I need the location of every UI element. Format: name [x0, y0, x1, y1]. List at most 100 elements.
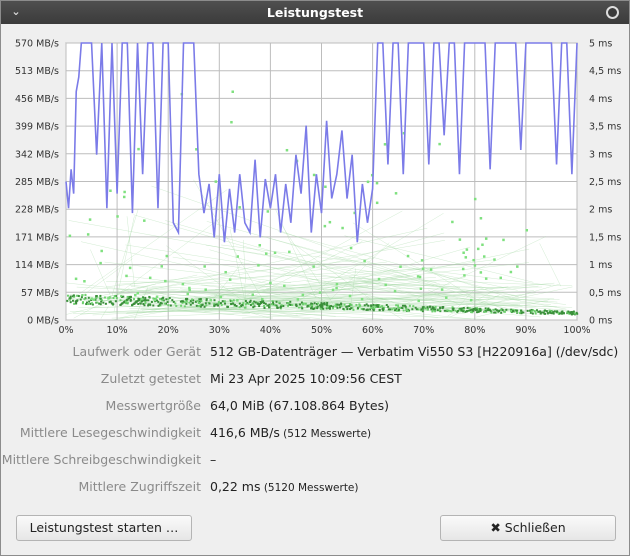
info-label: Laufwerk oder Gerät [72, 344, 201, 359]
access-time-point [258, 305, 261, 308]
access-time-point [374, 306, 377, 309]
access-time-point [552, 312, 555, 315]
info-value-text: – [210, 452, 217, 467]
access-time-point [530, 310, 533, 313]
access-time-point [449, 309, 452, 312]
access-time-point [209, 298, 212, 302]
access-time-point [71, 299, 74, 302]
access-time-point [201, 304, 204, 307]
access-time-point [186, 292, 189, 296]
access-time-point [99, 297, 102, 300]
access-time-point [275, 300, 278, 303]
access-time-point [434, 306, 437, 309]
access-time-point [92, 298, 96, 301]
access-time-point [219, 302, 222, 305]
access-time-point [189, 303, 192, 306]
access-time-point [462, 251, 465, 254]
window-title: Leistungstest [266, 5, 364, 20]
access-time-point [569, 312, 572, 315]
access-time-point [515, 309, 518, 312]
info-row: Mittlere Lesegeschwindigkeit 416,6 MB/s (… [1, 425, 629, 445]
info-label: Messwertgröße [105, 398, 201, 413]
y-tick-label-right: 1,5 ms [589, 232, 621, 243]
info-row: Messwertgröße 64,0 MiB (67.108.864 Bytes) [1, 398, 629, 418]
access-time-point [343, 303, 346, 306]
access-time-point [320, 304, 323, 307]
access-time-point [366, 180, 370, 184]
circle-close-icon[interactable] [606, 6, 619, 19]
access-time-point [375, 304, 378, 307]
access-time-point [438, 142, 441, 146]
access-time-point [335, 282, 339, 286]
access-time-point [381, 305, 384, 308]
access-time-point [375, 201, 379, 205]
access-time-point [296, 298, 300, 301]
access-time-point [107, 297, 110, 300]
access-time-point [468, 307, 471, 310]
access-time-point [545, 310, 548, 313]
access-time-point [249, 303, 252, 306]
access-time-point [355, 303, 358, 306]
access-time-point [143, 219, 146, 222]
access-time-point [346, 308, 349, 311]
access-time-point [476, 247, 480, 251]
access-time-point [165, 298, 168, 301]
info-value: Mi 23 Apr 2025 10:09:56 CEST [210, 371, 402, 386]
access-time-point [137, 147, 140, 151]
access-time-point [119, 299, 122, 302]
access-time-point [268, 303, 271, 306]
access-time-point [445, 296, 448, 299]
access-time-point [377, 305, 380, 308]
access-time-point [253, 305, 256, 308]
access-time-point [575, 311, 578, 314]
info-value-text: 416,6 MB/s [210, 425, 280, 440]
access-time-point [153, 298, 156, 302]
access-time-point [365, 303, 368, 306]
access-time-point [543, 309, 546, 312]
start-benchmark-button[interactable]: Leistungstest starten … [16, 515, 192, 541]
x-tick-label: 30% [209, 325, 230, 336]
access-time-point [197, 301, 200, 304]
access-time-point [205, 304, 208, 307]
access-time-point [414, 306, 417, 309]
access-time-point [479, 271, 483, 274]
access-time-point [312, 265, 315, 268]
access-time-point [283, 284, 286, 288]
access-time-point [494, 308, 497, 311]
access-time-point [258, 244, 262, 247]
access-time-point [203, 305, 206, 308]
access-time-point [140, 297, 143, 301]
access-time-point [83, 280, 86, 283]
access-time-point [464, 256, 468, 259]
info-value-text: 512 GB-Datenträger — Verbatim Vi550 S3 [… [210, 344, 619, 359]
access-time-point [520, 309, 523, 312]
access-time-point [323, 224, 327, 228]
access-time-point [328, 220, 332, 224]
access-time-point [330, 305, 333, 308]
access-time-point [561, 311, 564, 314]
access-time-point [152, 304, 155, 307]
access-time-point [164, 279, 167, 283]
access-time-point [454, 309, 457, 312]
access-time-point [191, 298, 194, 301]
info-value-text: 64,0 MiB (67.108.864 Bytes) [210, 398, 389, 413]
access-time-point [399, 265, 402, 268]
access-time-point [233, 303, 236, 306]
access-time-point [248, 301, 251, 304]
access-time-point [473, 197, 477, 201]
info-value: 64,0 MiB (67.108.864 Bytes) [210, 398, 389, 413]
chevron-down-icon[interactable]: ⌄ [9, 5, 23, 19]
access-time-point [436, 309, 439, 312]
access-time-point [539, 312, 542, 315]
access-time-point [136, 291, 140, 295]
access-time-point [397, 306, 400, 309]
access-time-point [512, 309, 515, 312]
y-tick-label-right: 0,5 ms [589, 288, 621, 299]
access-time-point [396, 309, 399, 312]
close-button[interactable]: ✖ Schließen [440, 515, 616, 541]
y-tick-label-right: 1 ms [589, 260, 612, 271]
access-time-point [268, 306, 271, 309]
access-time-point [493, 311, 496, 314]
access-time-point [522, 311, 525, 314]
access-time-point [244, 306, 247, 309]
